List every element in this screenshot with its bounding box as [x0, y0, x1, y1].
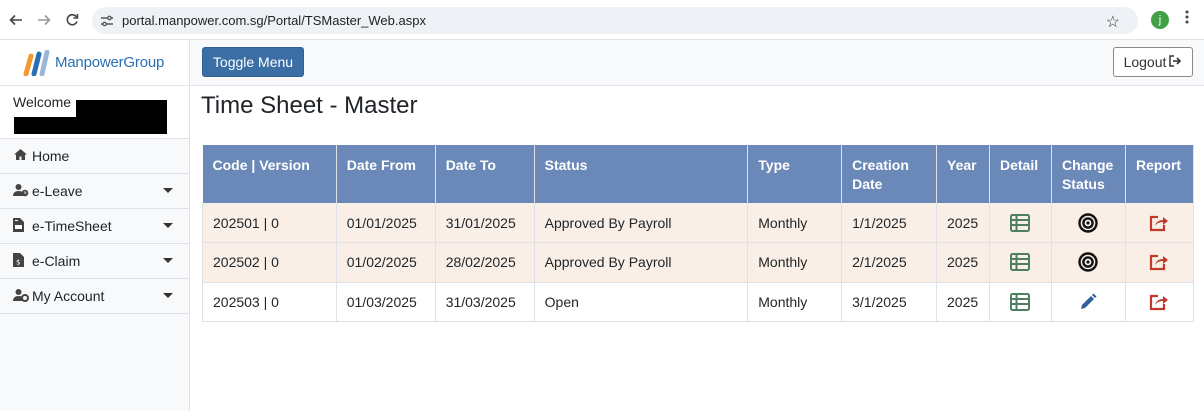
detail-button[interactable] — [989, 203, 1052, 243]
redacted-username — [76, 100, 167, 117]
pencil-icon — [1081, 293, 1097, 309]
bullseye-icon — [1078, 252, 1099, 272]
external-link-icon — [1150, 255, 1169, 271]
bullseye-icon — [1078, 212, 1099, 233]
column-header[interactable]: Year — [936, 145, 990, 203]
report-button[interactable] — [1125, 203, 1195, 243]
home-icon — [13, 148, 32, 164]
address-bar[interactable]: portal.manpower.com.sg/Portal/TSMaster_W… — [92, 7, 1138, 34]
chevron-down-icon — [163, 223, 173, 228]
cell-status: Open — [534, 282, 749, 322]
report-button[interactable] — [1125, 242, 1195, 283]
cell-date-from: 01/02/2025 — [336, 242, 436, 283]
redacted-username — [14, 117, 167, 134]
column-header[interactable]: Change Status — [1051, 145, 1126, 203]
external-link-icon — [1150, 215, 1169, 231]
cell-code: 202501 | 0 — [202, 203, 337, 243]
cell-creation-date: 3/1/2025 — [841, 282, 938, 322]
top-navbar: Toggle Menu Logout — [190, 40, 1204, 86]
column-header[interactable]: Code | Version — [202, 145, 337, 203]
column-header[interactable]: Type — [747, 145, 843, 203]
cell-date-to: 28/02/2025 — [435, 242, 535, 283]
column-header[interactable]: Status — [534, 145, 749, 203]
column-header[interactable]: Creation Date — [841, 145, 938, 203]
sidebar-item-home[interactable]: Home — [0, 139, 189, 174]
url-text[interactable]: portal.manpower.com.sg/Portal/TSMaster_W… — [122, 13, 426, 28]
brand-logo[interactable]: ManpowerGroup — [0, 40, 189, 86]
external-link-icon — [1150, 294, 1169, 310]
sidebar-item-label: e-TimeSheet — [32, 218, 112, 234]
column-header[interactable]: Date From — [336, 145, 436, 203]
column-header[interactable]: Report — [1125, 145, 1195, 203]
sidebar-item-label: My Account — [32, 288, 105, 304]
cell-type: Monthly — [747, 282, 843, 322]
list-table-icon — [1010, 292, 1031, 311]
welcome-panel: Welcome — [0, 86, 189, 139]
column-header[interactable]: Date To — [435, 145, 535, 203]
detail-button[interactable] — [989, 242, 1052, 283]
chevron-down-icon — [163, 258, 173, 263]
cell-year: 2025 — [936, 242, 990, 283]
page-title: Time Sheet - Master — [201, 92, 418, 119]
cell-year: 2025 — [936, 282, 990, 322]
site-settings-icon[interactable] — [92, 14, 122, 28]
cell-code: 202502 | 0 — [202, 242, 337, 283]
toggle-menu-button[interactable]: Toggle Menu — [202, 47, 304, 77]
list-table-icon — [1010, 213, 1031, 232]
file-invoice-dollar-icon: $ — [13, 252, 32, 270]
sidebar-item-e-leave[interactable]: e-Leave — [0, 174, 189, 209]
cell-creation-date: 2/1/2025 — [841, 242, 938, 283]
bookmark-star-icon[interactable]: ☆ — [1106, 12, 1120, 32]
logout-label: Logout — [1123, 54, 1167, 70]
sidebar: ManpowerGroup Welcome Home e-Leave e-Tim… — [0, 40, 190, 411]
sidebar-item-label: e-Claim — [32, 253, 81, 269]
cell-code: 202503 | 0 — [202, 282, 337, 322]
table-row: 202503 | 0 01/03/2025 31/03/2025 Open Mo… — [202, 282, 1195, 322]
svg-text:$: $ — [16, 258, 20, 266]
cell-type: Monthly — [747, 203, 843, 243]
chevron-down-icon — [163, 293, 173, 298]
reload-icon[interactable] — [58, 6, 86, 34]
forward-arrow-icon[interactable] — [30, 6, 58, 34]
cell-status: Approved By Payroll — [534, 203, 749, 243]
browser-menu-icon[interactable] — [1185, 9, 1189, 25]
change-status-button[interactable] — [1051, 242, 1126, 283]
user-clock-icon — [13, 183, 32, 200]
sidebar-item-e-timesheet[interactable]: e-TimeSheet — [0, 209, 189, 244]
cell-creation-date: 1/1/2025 — [841, 203, 938, 243]
cell-status: Approved By Payroll — [534, 242, 749, 283]
cell-date-from: 01/03/2025 — [336, 282, 436, 322]
cell-type: Monthly — [747, 242, 843, 283]
cell-date-to: 31/01/2025 — [435, 203, 535, 243]
timesheet-table: Code | Version Date From Date To Status … — [202, 145, 1195, 322]
table-header-row: Code | Version Date From Date To Status … — [202, 145, 1195, 203]
table-row: 202501 | 0 01/01/2025 31/01/2025 Approve… — [202, 203, 1195, 243]
welcome-label: Welcome — [13, 94, 72, 110]
sidebar-item-label: e-Leave — [32, 183, 83, 199]
sidebar-item-my-account[interactable]: My Account — [0, 279, 189, 314]
cell-year: 2025 — [936, 203, 990, 243]
sidebar-item-label: Home — [32, 148, 70, 164]
chevron-down-icon — [163, 188, 173, 193]
cell-date-to: 31/03/2025 — [435, 282, 535, 322]
manpower-logo-icon — [20, 49, 50, 76]
table-row: 202502 | 0 01/02/2025 28/02/2025 Approve… — [202, 242, 1195, 283]
back-arrow-icon[interactable] — [2, 6, 30, 34]
logout-button[interactable]: Logout — [1113, 47, 1193, 77]
brand-name: ManpowerGroup — [55, 54, 165, 71]
sign-out-icon — [1169, 54, 1182, 70]
cell-date-from: 01/01/2025 — [336, 203, 436, 243]
browser-toolbar: portal.manpower.com.sg/Portal/TSMaster_W… — [0, 0, 1204, 40]
file-invoice-icon — [13, 217, 32, 235]
report-button[interactable] — [1125, 282, 1195, 322]
column-header[interactable]: Detail — [989, 145, 1052, 203]
sidebar-item-e-claim[interactable]: $ e-Claim — [0, 244, 189, 279]
user-cog-icon — [13, 288, 32, 305]
change-status-button[interactable] — [1051, 203, 1126, 243]
detail-button[interactable] — [989, 282, 1052, 322]
change-status-button[interactable] — [1051, 282, 1126, 322]
profile-avatar[interactable]: j — [1151, 11, 1169, 29]
list-table-icon — [1010, 253, 1031, 272]
